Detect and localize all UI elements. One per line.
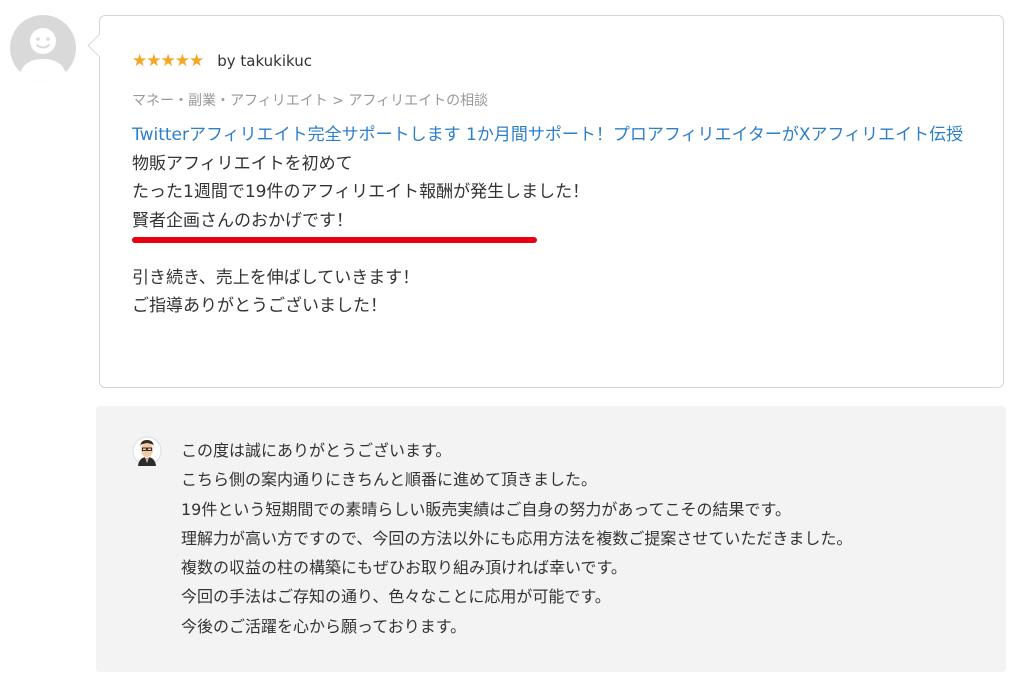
review-line: 引き続き、売上を伸ばしていきます！ <box>132 267 420 288</box>
reply-line: 複数の収益の柱の構築にもぜひお取り組み頂ければ幸いです。 <box>181 558 627 578</box>
review-card: ★★★★★ by takukikuc マネー・副業・アフィリエイト > アフィリ… <box>87 15 1004 388</box>
speech-bubble-tail <box>87 33 112 58</box>
reply-line: こちら側の案内通りにきちんと順番に進めて頂きました。 <box>181 470 598 490</box>
reply-line: 理解力が高い方ですので、今回の方法以外にも応用方法を複数ご提案させていただきまし… <box>181 528 853 548</box>
red-underline-annotation <box>132 237 537 243</box>
reply-line: この度は誠にありがとうございます。 <box>181 441 452 460</box>
category-breadcrumb: マネー・副業・アフィリエイト > アフィリエイトの相談 <box>132 93 489 109</box>
seller-reply-text: この度は誠にありがとうございます。 こちら側の案内通りにきちんと順番に進めて頂き… <box>181 436 981 641</box>
star-rating-icon: ★★★★★ <box>132 51 204 71</box>
reply-line: 今回の手法はご存知の通り、色々なことに応用が可能です。 <box>181 587 611 607</box>
review-line-highlighted: たった1週間で19件のアフィリエイト報酬が発生しました！ <box>132 182 590 202</box>
reviewer-avatar-icon[interactable] <box>10 15 76 81</box>
service-title-link[interactable]: Twitterアフィリエイト完全サポートします 1か月間サポート！プロアフィリエ… <box>132 121 972 150</box>
seller-reply-box: この度は誠にありがとうございます。 こちら側の案内通りにきちんと順番に進めて頂き… <box>96 406 1006 672</box>
rating-row: ★★★★★ by takukikuc <box>132 51 312 71</box>
review-line: 物販アフィリエイトを初めて <box>132 153 353 174</box>
reply-line: 19件という短期間での素晴らしい販売実績はご自身の努力があってこその結果です。 <box>181 499 791 519</box>
review-line: 賢者企画さんのおかげです！ <box>132 210 353 231</box>
review-content: Twitterアフィリエイト完全サポートします 1か月間サポート！プロアフィリエ… <box>132 121 972 321</box>
reply-line: 今後のご活躍を心から願っております。 <box>181 616 467 636</box>
seller-avatar-icon[interactable] <box>132 436 162 468</box>
reviewer-name: by takukikuc <box>217 52 313 70</box>
review-line: ご指導ありがとうございました！ <box>132 296 387 316</box>
